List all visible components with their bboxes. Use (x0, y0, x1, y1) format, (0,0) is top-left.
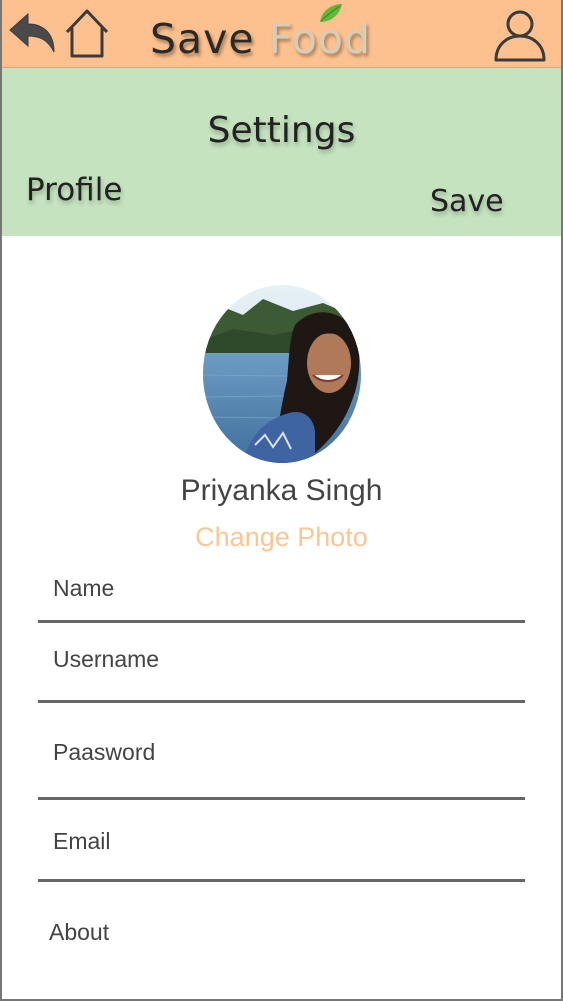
about-field[interactable]: About (38, 919, 525, 959)
username-field[interactable]: Username (38, 646, 525, 704)
profile-photo (203, 285, 361, 463)
password-field-label: Paasword (53, 739, 156, 765)
about-field-label: About (49, 919, 110, 945)
email-field-underline (38, 879, 525, 882)
user-profile-icon (494, 10, 546, 62)
app-bar: Save Food (0, 0, 563, 68)
user-profile-button[interactable] (490, 8, 550, 62)
back-button[interactable] (6, 10, 58, 56)
home-button[interactable] (62, 6, 112, 60)
save-button[interactable]: Save (430, 184, 504, 219)
back-arrow-icon (9, 12, 55, 53)
password-field-underline (38, 797, 525, 800)
section-label-profile: Profile (26, 172, 123, 208)
leaf-icon (320, 4, 342, 22)
user-name: Priyanka Singh (180, 474, 383, 507)
name-field-label: Name (53, 575, 115, 601)
logo-word-save: Save (150, 15, 255, 63)
username-field-label: Username (53, 646, 160, 672)
name-field-underline (38, 620, 525, 623)
email-field-label: Email (53, 828, 111, 854)
password-field[interactable]: Paasword (38, 739, 525, 801)
page-title: Settings (207, 110, 356, 151)
change-photo-link[interactable]: Change Photo (0, 522, 563, 553)
username-field-underline (38, 700, 525, 703)
settings-header: Settings Profile Save (0, 68, 563, 236)
avatar[interactable] (203, 285, 361, 463)
name-field[interactable]: Name (38, 575, 525, 625)
home-icon (65, 9, 109, 58)
email-field[interactable]: Email (38, 828, 525, 884)
